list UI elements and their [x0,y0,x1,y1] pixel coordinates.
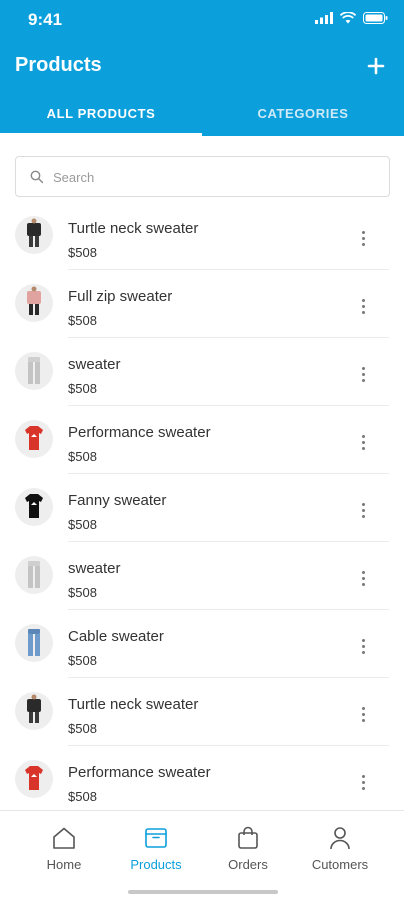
product-thumbnail [15,420,53,458]
search-icon [30,170,44,184]
product-thumbnail [15,488,53,526]
tab-categories[interactable]: CATEGORIES [202,96,404,136]
product-price: $508 [68,449,97,464]
product-name: Performance sweater [68,764,211,781]
product-item[interactable]: sweater $508 [0,542,404,610]
more-options-icon[interactable] [358,299,368,317]
product-image [25,426,43,450]
product-thumbnail [15,556,53,594]
nav-orders-label: Orders [228,857,268,872]
home-indicator [128,890,278,894]
nav-home-label: Home [46,857,82,872]
product-image [27,694,41,723]
product-image [28,561,40,588]
product-name: Turtle neck sweater [68,696,199,713]
product-price: $508 [68,721,97,736]
battery-icon [363,12,388,24]
app-header: 9:41 Products ALL PRODUCTS CATEGORIES [0,0,404,136]
active-tab-indicator [0,133,202,136]
page-title: Products [15,54,102,76]
nav-orders[interactable]: Orders [202,811,294,881]
more-options-icon[interactable] [358,503,368,521]
product-image [28,357,40,384]
product-image [25,766,43,790]
product-price: $508 [68,653,97,668]
product-thumbnail [15,624,53,662]
status-time: 9:41 [28,10,63,29]
product-item[interactable]: Performance sweater $508 [0,746,404,814]
product-image [27,218,41,247]
nav-customers-label: Cutomers [311,857,369,872]
product-name: Fanny sweater [68,492,167,509]
product-item[interactable]: sweater $508 [0,338,404,406]
product-price: $508 [68,517,97,532]
product-thumbnail [15,284,53,322]
product-thumbnail [15,692,53,730]
product-image [25,494,43,518]
product-name: sweater [68,356,121,373]
product-thumbnail [15,216,53,254]
status-icons [315,12,388,24]
product-thumbnail [15,760,53,798]
wifi-icon [340,12,356,24]
product-item[interactable]: Turtle neck sweater $508 [0,202,404,270]
product-image [27,286,41,315]
product-name: sweater [68,560,121,577]
more-options-icon[interactable] [358,435,368,453]
product-price: $508 [68,381,97,396]
tab-all-products[interactable]: ALL PRODUCTS [0,96,202,136]
nav-customers[interactable]: Cutomers [294,811,386,881]
product-price: $508 [68,245,97,260]
product-name: Full zip sweater [68,288,173,305]
product-price: $508 [68,313,97,328]
product-item[interactable]: Full zip sweater $508 [0,270,404,338]
search-input[interactable]: Search [53,170,94,185]
box-icon [145,828,167,848]
plus-icon [367,57,385,75]
more-options-icon[interactable] [358,231,368,249]
bottom-nav: Home Products Orders Cutomers [0,810,404,900]
status-bar: 9:41 [0,0,404,40]
more-options-icon[interactable] [358,571,368,589]
more-options-icon[interactable] [358,707,368,725]
signal-icon [315,12,333,24]
nav-home[interactable]: Home [18,811,110,881]
nav-products-label: Products [130,857,182,872]
product-name: Performance sweater [68,424,211,441]
home-icon [53,827,75,849]
product-thumbnail [15,352,53,390]
search-box[interactable]: Search [15,156,390,197]
product-price: $508 [68,585,97,600]
product-item[interactable]: Cable sweater $508 [0,610,404,678]
more-options-icon[interactable] [358,367,368,385]
add-product-button[interactable] [364,54,388,78]
title-row: Products [0,48,404,84]
tab-bar: ALL PRODUCTS CATEGORIES [0,96,404,136]
more-options-icon[interactable] [358,775,368,793]
nav-products[interactable]: Products [110,811,202,881]
product-name: Turtle neck sweater [68,220,199,237]
product-item[interactable]: Performance sweater $508 [0,406,404,474]
more-options-icon[interactable] [358,639,368,657]
user-icon [330,827,350,850]
product-image [28,629,40,656]
bag-icon [238,826,258,849]
product-name: Cable sweater [68,628,164,645]
product-price: $508 [68,789,97,804]
product-item[interactable]: Fanny sweater $508 [0,474,404,542]
product-item[interactable]: Turtle neck sweater $508 [0,678,404,746]
